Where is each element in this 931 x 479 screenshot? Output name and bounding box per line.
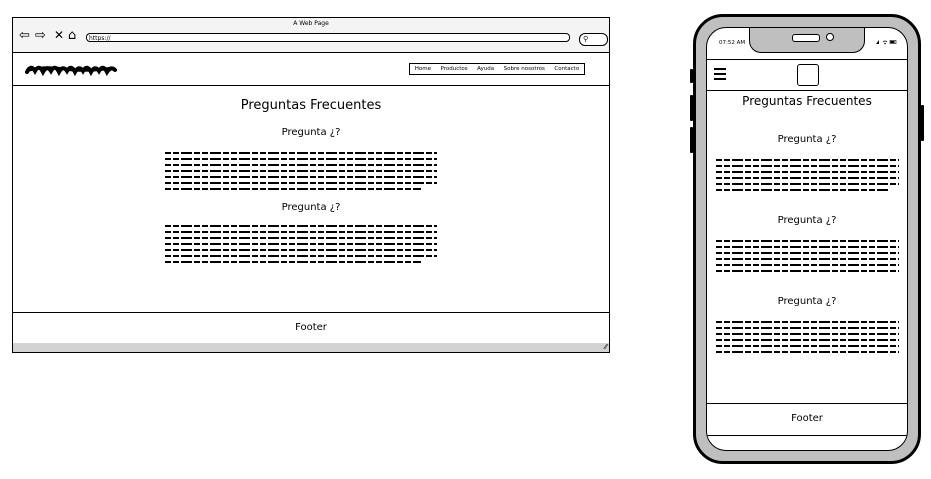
status-time: 07:52 AM xyxy=(719,40,746,46)
logo-placeholder[interactable] xyxy=(797,64,819,86)
url-input[interactable]: https:// xyxy=(86,33,570,42)
nav-contacto[interactable]: Contacto xyxy=(554,66,579,72)
window-title: A Web Page xyxy=(293,20,329,27)
nav-sobre-nosotros[interactable]: Sobre nosotros xyxy=(504,66,545,72)
home-icon[interactable]: ⌂ xyxy=(68,29,76,42)
camera-icon xyxy=(826,33,834,41)
nav-home[interactable]: Home xyxy=(415,66,431,72)
question-heading: Pregunta ¿? xyxy=(281,202,341,213)
signal-wifi-battery-icons xyxy=(876,40,897,45)
question-heading: Pregunta ¿? xyxy=(777,296,837,307)
question-heading: Pregunta ¿? xyxy=(281,127,341,138)
site-footer: Footer xyxy=(13,312,609,344)
browser-window: A Web Page ⇦ ⇨ ✕ ⌂ https:// ⚲ Home Produ… xyxy=(12,17,610,353)
logo-scribble[interactable] xyxy=(25,62,117,76)
site-header: Home Productos Ayuda Sobre nosotros Cont… xyxy=(13,53,609,86)
question-heading: Pregunta ¿? xyxy=(777,215,837,226)
hamburger-menu-icon[interactable] xyxy=(714,68,726,80)
volume-down-button xyxy=(690,127,693,153)
question-heading: Pregunta ¿? xyxy=(777,134,837,145)
top-navigation: Home Productos Ayuda Sobre nosotros Cont… xyxy=(409,63,585,75)
back-arrow-icon[interactable]: ⇦ xyxy=(19,29,30,42)
site-footer: Footer xyxy=(707,403,907,436)
mobile-header xyxy=(707,59,907,91)
close-icon[interactable]: ✕ xyxy=(54,29,64,42)
browser-chrome: A Web Page ⇦ ⇨ ✕ ⌂ https:// ⚲ xyxy=(13,18,609,53)
speaker-icon xyxy=(792,34,820,42)
page-title: Preguntas Frecuentes xyxy=(742,94,872,108)
search-button[interactable]: ⚲ xyxy=(579,33,608,46)
forward-arrow-icon[interactable]: ⇨ xyxy=(35,29,46,42)
nav-productos[interactable]: Productos xyxy=(441,66,468,72)
resize-grip-icon[interactable]: ⁄⁄ xyxy=(605,343,607,352)
browser-status-bar: ⁄⁄ xyxy=(13,343,609,352)
mute-switch xyxy=(690,69,693,83)
page-title: Preguntas Frecuentes xyxy=(240,98,382,113)
volume-up-button xyxy=(690,95,693,121)
phone-frame: 07:52 AM Preguntas Frecuentes Pregunta ¿… xyxy=(690,14,924,464)
power-button xyxy=(921,105,924,141)
phone-screen: 07:52 AM Preguntas Frecuentes Pregunta ¿… xyxy=(706,27,908,451)
phone-notch xyxy=(749,28,865,53)
nav-ayuda[interactable]: Ayuda xyxy=(477,66,494,72)
search-icon: ⚲ xyxy=(583,35,589,43)
